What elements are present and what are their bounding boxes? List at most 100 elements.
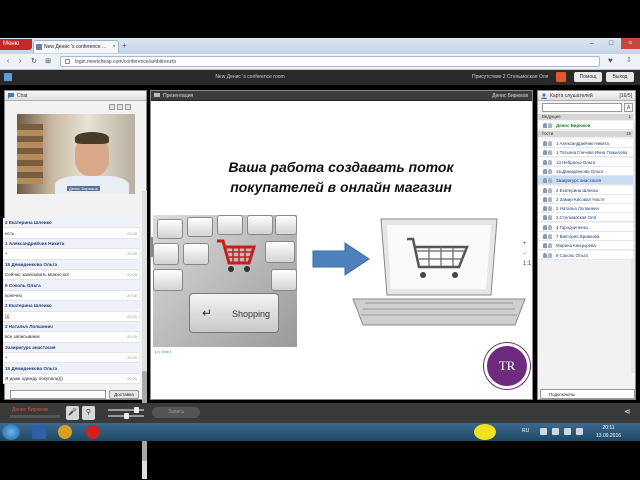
tray-flag-icon[interactable] xyxy=(540,428,547,435)
participant-item[interactable]: 2 Наталья Лопшинич xyxy=(538,204,633,214)
chat-send-button[interactable]: Доставка xyxy=(109,390,139,399)
user-icon xyxy=(543,243,547,249)
participant-item[interactable]: 2 Замир-Кисовал Настя xyxy=(538,194,633,204)
zoom-in-icon[interactable]: + xyxy=(523,239,531,249)
taskbar-app-save-icon[interactable] xyxy=(32,425,46,439)
user-icon xyxy=(543,178,547,184)
webcam-icon xyxy=(548,178,552,184)
users-icon xyxy=(541,93,547,99)
clock[interactable]: 20:11 13.09.2016 xyxy=(596,424,621,440)
chat-header: Chat xyxy=(5,91,146,101)
chat-message: конечно 20:08 xyxy=(3,290,139,302)
key-image xyxy=(217,215,243,235)
participant-item-label: 15 Демиденкова Ольга xyxy=(556,168,603,174)
download-icon[interactable]: ⇩ xyxy=(626,56,632,64)
microphone-icon[interactable]: 🎤 xyxy=(66,406,79,420)
presenter-name: Денис Бирюков xyxy=(12,407,48,413)
reload-icon[interactable]: ↻ xyxy=(28,56,40,67)
participant-item[interactable]: 1 Александрийчик Никита xyxy=(538,139,633,148)
chat-message-text: 2 Екатерина Шлеико xyxy=(5,303,52,309)
chat-message: +20:09 xyxy=(3,353,139,364)
video-close-icon[interactable] xyxy=(125,104,131,110)
keyboard-language[interactable]: RU xyxy=(522,428,529,434)
user-icon xyxy=(543,168,547,174)
enter-arrow-icon: ↵ xyxy=(202,306,213,320)
volume-slider[interactable] xyxy=(108,407,144,413)
participant-item-label: 4 Городниченко xyxy=(556,224,588,230)
video-name-label: Денис Бирюков xyxy=(67,186,100,191)
presentation-icon xyxy=(154,93,160,97)
participant-item-label: 7 Виктория Бриакова xyxy=(556,234,600,239)
chat-message-text: ))) xyxy=(5,313,10,319)
new-tab-icon[interactable]: + xyxy=(122,41,127,51)
address-bar[interactable]: login.meetcheap.com/conference/ambitrenz… xyxy=(60,56,600,67)
participant-host[interactable]: Денис Бирюков xyxy=(538,121,633,130)
share-icon[interactable]: ⋖ xyxy=(624,407,631,416)
chat-message: Сейчас записывать можно ког 20:08 xyxy=(3,269,139,281)
mic-knob[interactable] xyxy=(124,413,129,419)
presentation-panel: Презентация Денис Бирюков Ваша работа со… xyxy=(150,90,533,400)
video-minimize-icon[interactable] xyxy=(117,104,123,110)
taskbar-app-warning-icon[interactable] xyxy=(58,425,72,439)
keyboard-image: ↵ Shopping xyxy=(153,215,297,347)
presentation-header: Презентация Денис Бирюков xyxy=(151,91,532,101)
exit-button[interactable]: Выход xyxy=(606,72,634,82)
presentation-title: Презентация xyxy=(163,93,194,99)
minimize-icon[interactable]: – xyxy=(582,38,601,49)
participant-item[interactable]: 2 Екатерина Шлеико xyxy=(538,185,633,195)
participant-item[interactable]: 15 Демиденкова Ольга xyxy=(538,166,633,176)
zoom-fit-button[interactable]: 1:1 xyxy=(523,259,531,269)
chat-message-author: 15 Демиденкова Ольга xyxy=(3,259,139,270)
maximize-icon[interactable]: □ xyxy=(601,38,620,49)
chat-message-input[interactable] xyxy=(10,390,106,399)
participant-item[interactable]: 9 Соколь Ольга xyxy=(538,250,633,260)
status-icon[interactable] xyxy=(556,72,566,82)
tray-network-icon[interactable] xyxy=(552,428,559,435)
participant-item[interactable]: 1 Татьяна Гончевя Инна Пожилова xyxy=(538,148,633,158)
group-speakers[interactable]: Ведущие 1 xyxy=(538,114,633,120)
participant-item[interactable]: 7 Виктория Бриакова xyxy=(538,232,633,241)
participant-item[interactable]: 14 Небраско Ольга xyxy=(538,157,633,167)
volume-knob[interactable] xyxy=(134,407,139,413)
video-person-hair xyxy=(75,132,109,144)
participant-item[interactable]: Зазиригурс анастасия xyxy=(538,176,633,186)
help-button[interactable]: Помощ xyxy=(574,72,602,82)
opera-menu-button[interactable]: Меню xyxy=(0,39,32,50)
forward-icon[interactable]: › xyxy=(14,56,26,67)
connected-filter[interactable]: Подключены xyxy=(540,389,635,399)
zoom-out-icon[interactable]: − xyxy=(523,249,531,259)
back-icon[interactable]: ‹ xyxy=(2,56,14,67)
address-text: login.meetcheap.com/conference/ambitrenz… xyxy=(75,59,177,65)
mic-slider[interactable] xyxy=(108,413,144,419)
key-image xyxy=(247,215,273,235)
chat-message-time: 20:09 xyxy=(126,376,137,382)
chat-message-time: 20:08 xyxy=(126,251,137,257)
tr-logo: TR xyxy=(484,343,530,389)
participants-header: Карта слушателей [16/5] xyxy=(538,91,635,101)
sort-alpha-icon[interactable]: A xyxy=(624,103,633,112)
close-window-icon[interactable]: × xyxy=(620,38,640,49)
participant-item[interactable]: Марина Канцырева xyxy=(538,241,633,251)
webcam-icon xyxy=(548,215,552,221)
participant-item-label: 9 Соколь Ольга xyxy=(556,252,588,258)
tray-volume-icon[interactable] xyxy=(564,428,571,435)
close-tab-icon[interactable]: × xyxy=(112,41,116,53)
location-icon[interactable]: ⚲ xyxy=(82,406,95,420)
tray-battery-icon[interactable] xyxy=(576,428,583,435)
speed-dial-icon[interactable]: ⊞ xyxy=(42,56,54,67)
chat-message-text: Я даже одежду покупала))) xyxy=(5,376,63,382)
chat-message: ))) 20:09 xyxy=(3,311,139,322)
video-settings-icon[interactable] xyxy=(109,104,115,110)
record-button[interactable]: Запись xyxy=(152,407,200,418)
page-info-icon[interactable] xyxy=(65,59,70,64)
start-button-icon[interactable] xyxy=(2,424,20,440)
browser-tab[interactable]: New Денис 's conference ... × xyxy=(33,40,119,53)
participants-search-input[interactable] xyxy=(542,103,622,112)
clock-time: 20:11 xyxy=(602,425,615,431)
participant-item[interactable]: 2 Стельмоская Оля xyxy=(538,213,633,223)
group-listeners[interactable]: Гости 15 xyxy=(538,131,633,137)
bookmark-heart-icon[interactable]: ♥ xyxy=(608,56,613,65)
chat-message-author: 2 Екатерина Шлеико xyxy=(3,301,139,312)
participant-item[interactable]: 4 Городниченко xyxy=(538,222,633,232)
taskbar-app-opera-icon[interactable] xyxy=(86,425,100,439)
